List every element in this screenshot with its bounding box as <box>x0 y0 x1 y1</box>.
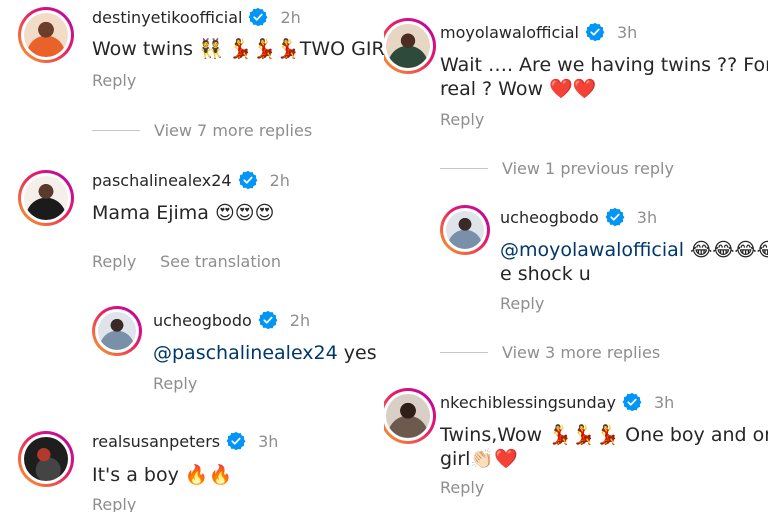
right-comment-panel: moyolawalofficial 3h Wait …. Are we havi… <box>384 0 768 512</box>
verified-badge-icon <box>248 7 268 27</box>
reply-button[interactable]: Reply <box>92 495 136 512</box>
avatar[interactable] <box>18 431 74 487</box>
verified-badge-icon <box>238 170 258 190</box>
divider-line <box>440 352 488 353</box>
reply-button[interactable]: Reply <box>440 110 484 129</box>
reply-text: yes <box>337 342 377 364</box>
comment-time: 3h <box>258 431 279 451</box>
comment-text-line2: real ? Wow ❤️❤️ <box>440 78 597 100</box>
comment-time: 3h <box>653 392 675 412</box>
verified-badge-icon <box>585 22 605 42</box>
comment-time: 2h <box>269 170 290 190</box>
view-more-label: View 7 more replies <box>154 121 313 140</box>
avatar[interactable] <box>384 18 436 74</box>
comment-time: 3h <box>636 207 658 227</box>
comment-text-line1: Twins,Wow 💃💃💃 One boy and one <box>440 424 768 446</box>
comment-username[interactable]: realsusanpeters <box>92 432 220 451</box>
see-translation-button[interactable]: See translation <box>160 252 281 271</box>
view-previous-reply-button[interactable]: View 1 previous reply <box>440 159 674 178</box>
avatar[interactable] <box>18 7 74 63</box>
reply-button[interactable]: Reply <box>153 374 197 393</box>
avatar[interactable] <box>440 205 490 255</box>
left-comment-panel: destinyetikoofficial 2h Wow twins 👯 💃💃💃T… <box>0 0 388 512</box>
comment-text-line2: e shock u <box>500 263 591 285</box>
reply-button[interactable]: Reply <box>92 252 136 271</box>
reply-button[interactable]: Reply <box>500 294 544 313</box>
comment-username[interactable]: moyolawalofficial <box>440 23 579 42</box>
comment-username[interactable]: ucheogbodo <box>153 311 252 330</box>
avatar[interactable] <box>92 306 142 356</box>
comment-time: 2h <box>280 7 301 27</box>
view-more-replies-button[interactable]: View 7 more replies <box>92 121 312 140</box>
view-previous-label: View 1 previous reply <box>502 159 674 178</box>
comment-username[interactable]: nkechiblessingsunday <box>440 393 616 412</box>
verified-badge-icon <box>258 310 278 330</box>
comment-username[interactable]: paschalinealex24 <box>92 171 232 190</box>
avatar[interactable] <box>18 170 74 226</box>
reply-button[interactable]: Reply <box>92 71 136 90</box>
reply-button[interactable]: Reply <box>440 478 484 497</box>
comment-text: Mama Ejima 😍😍😍 <box>92 202 275 224</box>
verified-badge-icon <box>226 431 246 451</box>
comment-text: Wow twins 👯 💃💃💃TWO GIR <box>92 38 385 60</box>
verified-badge-icon <box>622 392 642 412</box>
verified-badge-icon <box>605 207 625 227</box>
avatar[interactable] <box>384 388 436 444</box>
divider-line <box>92 130 140 131</box>
comment-username[interactable]: ucheogbodo <box>500 208 599 227</box>
mention-link[interactable]: @moyolawalofficial <box>500 239 684 261</box>
comment-time: 2h <box>289 310 311 330</box>
comment-time: 3h <box>616 22 638 42</box>
reply-emojis: 😂😂😂😂 <box>690 239 768 261</box>
view-more-replies-button[interactable]: View 3 more replies <box>440 343 660 362</box>
mention-link[interactable]: @paschalinealex24 <box>153 342 338 364</box>
comment-text-line1: @moyolawalofficial 😂😂😂😂 <box>500 237 768 263</box>
comment-text: It's a boy 🔥🔥 <box>92 464 233 486</box>
comment-text-line1: Wait …. Are we having twins ?? For <box>440 54 768 76</box>
divider-line <box>440 168 488 169</box>
view-more-label: View 3 more replies <box>502 343 661 362</box>
comment-username[interactable]: destinyetikoofficial <box>92 8 242 27</box>
comment-text: @paschalinealex24 yes <box>153 340 377 366</box>
comment-text-line2: girl👏🏻❤️ <box>440 448 518 470</box>
